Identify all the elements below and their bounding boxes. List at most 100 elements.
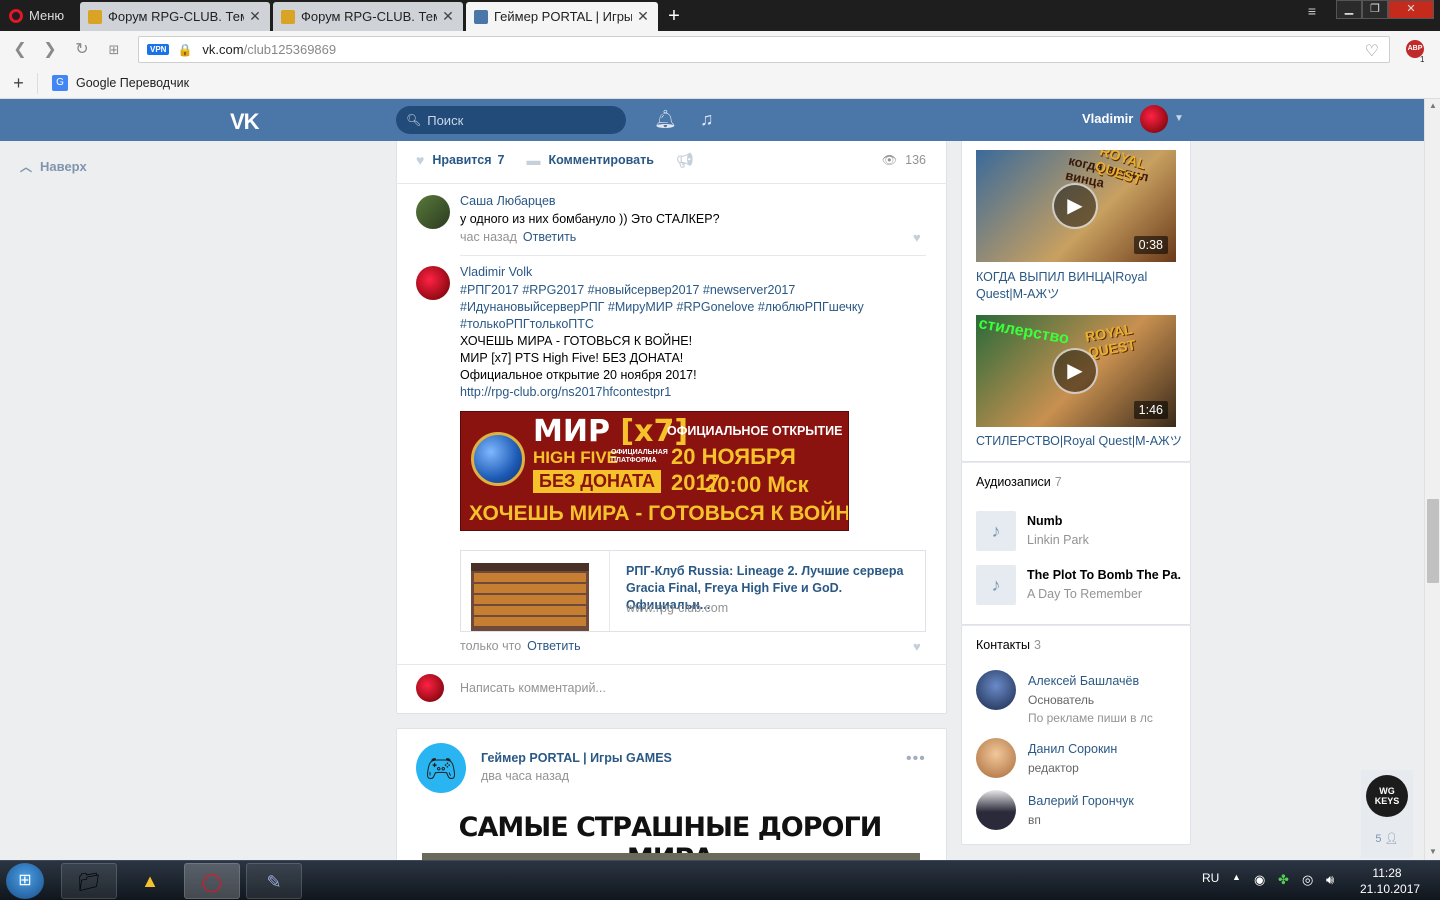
close-tab-icon[interactable]: ✕ <box>248 8 262 25</box>
contact-name[interactable]: Алексей Башлачёв <box>1028 674 1139 688</box>
comment-like-heart-icon[interactable]: ♥ <box>913 639 921 654</box>
tray-clock[interactable]: 11:28 21.10.2017 <box>1360 865 1420 897</box>
video-title[interactable]: КОГДА ВЫПИЛ ВИНЦА|Royal Quest|М-АЖツ <box>976 269 1176 303</box>
speed-dial-icon[interactable]: ⊞ <box>102 38 126 62</box>
contacts-header[interactable]: Контакты 3 <box>976 638 1041 652</box>
promo-banner-image[interactable]: МИР [x7] HIGH FIVE ОФИЦИАЛЬНАЯ ПЛАТФОРМА… <box>460 411 849 531</box>
notifications-bell-icon[interactable]: 🔔︎ <box>654 109 677 130</box>
discord-tray-icon[interactable]: ◉ <box>1254 872 1265 888</box>
page-scrollbar[interactable]: ▲ ▼ <box>1424 99 1440 860</box>
write-comment-input[interactable]: Написать комментарий... <box>460 681 606 695</box>
reply-link[interactable]: Ответить <box>523 230 576 244</box>
close-tab-icon[interactable]: ✕ <box>636 8 650 25</box>
tab-forum-1[interactable]: Форум RPG-CLUB. Тема: N ✕ <box>80 2 270 31</box>
tray-expand-icon[interactable]: ▲ <box>1232 872 1241 882</box>
contact-name[interactable]: Данил Сорокин <box>1028 742 1117 756</box>
play-icon[interactable]: ▶ <box>1052 183 1098 229</box>
music-note-icon[interactable]: ♪ <box>976 511 1016 551</box>
keyboard-language[interactable]: RU <box>1202 871 1219 885</box>
bookmark-heart-icon[interactable]: ♡ <box>1365 41 1379 61</box>
vk-logo-icon[interactable]: VK <box>230 109 260 135</box>
thumb-row <box>474 595 586 604</box>
contact-avatar[interactable] <box>976 738 1016 778</box>
comment-avatar[interactable] <box>416 266 450 300</box>
header-avatar[interactable] <box>1140 105 1168 133</box>
vpn-badge[interactable]: VPN <box>147 44 170 55</box>
hashtags-line[interactable]: #ИдунановыйсерверРПГ #МируМИР #RPGonelov… <box>460 299 930 316</box>
reload-icon[interactable]: ↻ <box>70 38 94 62</box>
audio-track-name[interactable]: Numb <box>1027 514 1181 528</box>
post-time[interactable]: два часа назад <box>481 769 569 783</box>
contact-avatar[interactable] <box>976 790 1016 830</box>
comment-time[interactable]: час назад <box>460 230 517 244</box>
chevron-down-icon[interactable]: ▼ <box>1174 113 1184 124</box>
header-user-name[interactable]: Vladimir <box>1082 111 1133 126</box>
new-tab-button[interactable]: + <box>662 4 686 28</box>
chat-widget[interactable]: WG KEYS 5 👤︎ <box>1361 770 1413 858</box>
wg-keys-logo[interactable]: WG KEYS <box>1366 775 1408 817</box>
maximize-button[interactable]: ❐ <box>1362 0 1388 19</box>
post-author[interactable]: Геймер PORTAL | Игры GAMES <box>481 751 672 765</box>
comment-avatar[interactable] <box>416 195 450 229</box>
comment-button[interactable]: ▬ Комментировать <box>526 152 653 168</box>
music-note-icon[interactable]: ♪ <box>976 565 1016 605</box>
aimp-player-icon[interactable]: ▲ <box>122 863 178 899</box>
hashtags-line[interactable]: #РПГ2017 #RPG2017 #новыйсервер2017 #news… <box>460 282 930 299</box>
audio-artist[interactable]: Linkin Park <box>1027 533 1089 547</box>
url-field[interactable]: VPN 🔒 vk.com/club125369869 ♡ <box>138 36 1390 63</box>
hashtags-line[interactable]: #толькоРПГтолькоПТС <box>460 316 930 333</box>
audio-header[interactable]: Аудиозаписи 7 <box>976 475 1062 489</box>
audio-artist[interactable]: A Day To Remember <box>1027 587 1142 601</box>
scroll-down-arrow-icon[interactable]: ▼ <box>1425 847 1440 856</box>
online-count: 5 👤︎ <box>1361 832 1413 845</box>
video-title[interactable]: СТИЛЕРСТВО|Royal Quest|М-АЖツ <box>976 433 1186 450</box>
like-button[interactable]: ♥ Нравится 7 <box>416 152 504 168</box>
scrollbar-thumb[interactable] <box>1427 499 1439 583</box>
add-bookmark-button[interactable]: + <box>0 72 38 94</box>
opera-menu-button[interactable]: Меню <box>0 0 76 31</box>
tab-menu-icon[interactable]: ≡ <box>1302 3 1322 19</box>
steam-tray-icon[interactable]: ◎ <box>1302 872 1313 888</box>
video-thumbnail[interactable]: когда выпил винца ROYAL QUEST ▶ 0:38 <box>976 150 1176 262</box>
reply-link[interactable]: Ответить <box>527 639 580 653</box>
comment-author[interactable]: Vladimir Volk <box>460 265 532 279</box>
more-options-icon[interactable]: ••• <box>906 750 926 768</box>
gamepad-icon[interactable]: 🎮︎ <box>416 743 466 793</box>
comment-url-link[interactable]: http://rpg-club.org/ns2017hfcontestpr1 <box>460 384 930 401</box>
music-note-icon[interactable]: ♫ <box>700 109 714 130</box>
contact-name[interactable]: Валерий Горончук <box>1028 794 1134 808</box>
share-button[interactable]: 📢︎ <box>676 152 702 169</box>
bookmark-google-translate[interactable]: G Google Переводчик <box>52 75 189 91</box>
snippet-domain[interactable]: www.rpg-club.com <box>626 601 728 615</box>
audio-title: Аудиозаписи <box>976 475 1051 489</box>
tab-geimer-portal[interactable]: Геймер PORTAL | Игры G ✕ <box>466 2 658 31</box>
opera-taskbar-icon[interactable]: ◯ <box>184 863 240 899</box>
clover-tray-icon[interactable]: ✤ <box>1278 872 1289 888</box>
scroll-up-arrow-icon[interactable]: ▲ <box>1425 101 1440 110</box>
comment-author[interactable]: Саша Любарцев <box>460 194 556 208</box>
file-explorer-icon[interactable]: 📁︎ <box>61 863 117 899</box>
vk-search-box[interactable]: 🔍︎ <box>396 106 626 134</box>
volume-icon[interactable]: 🔊︎ <box>1326 872 1334 888</box>
back-arrow-icon[interactable]: ❮ <box>8 38 32 62</box>
play-icon[interactable]: ▶ <box>1052 348 1098 394</box>
forward-arrow-icon[interactable]: ❯ <box>38 38 62 62</box>
close-tab-icon[interactable]: ✕ <box>441 8 455 25</box>
audio-track-name[interactable]: The Plot To Bomb The Pa... <box>1027 568 1181 582</box>
video-thumbnail[interactable]: стилерство ROYAL QUEST ▶ 1:46 <box>976 315 1176 427</box>
comment-time[interactable]: только что <box>460 639 521 653</box>
vk-search-input[interactable] <box>427 112 618 128</box>
address-bar-row: ❮ ❯ ↻ ⊞ VPN 🔒 vk.com/club125369869 ♡ ABP… <box>0 31 1440 68</box>
scroll-to-top-link[interactable]: ︿ Наверх <box>20 158 87 175</box>
tab-forum-2[interactable]: Форум RPG-CLUB. Тема: N ✕ <box>273 2 463 31</box>
contact-avatar[interactable] <box>976 670 1016 710</box>
link-snippet[interactable]: РПГ-Клуб Russia: Lineage 2. Лучшие серве… <box>460 550 926 632</box>
lock-icon[interactable]: 🔒 <box>177 43 192 57</box>
comment-like-heart-icon[interactable]: ♥ <box>913 230 921 245</box>
post-image[interactable] <box>422 853 920 860</box>
eye-icon: 👁︎ <box>881 153 898 167</box>
notepad-icon[interactable]: ✎ <box>246 863 302 899</box>
minimize-button[interactable]: ▁ <box>1336 0 1362 19</box>
close-window-button[interactable]: ✕ <box>1388 0 1434 19</box>
windows-start-icon[interactable]: ⊞ <box>6 863 44 899</box>
